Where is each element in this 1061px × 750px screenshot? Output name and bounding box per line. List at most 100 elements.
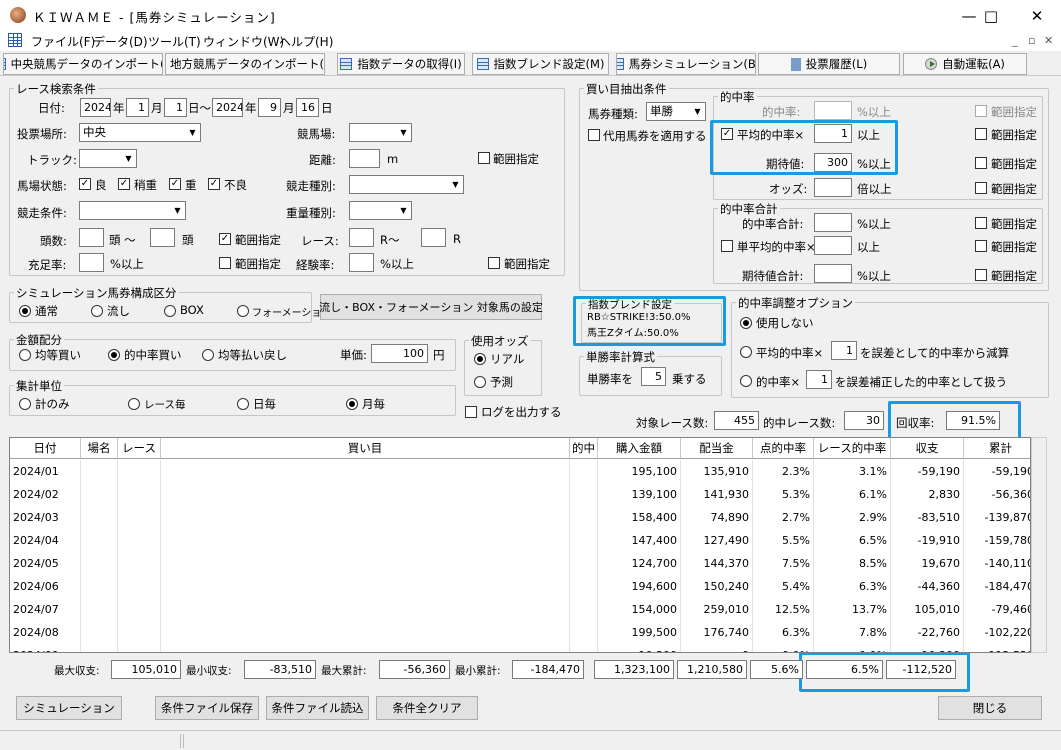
mdi-close-button[interactable]: ✕ — [1044, 34, 1053, 47]
hit-sum-range-checkbox[interactable] — [975, 217, 987, 229]
mdi-minimize-button[interactable]: _ — [1012, 34, 1018, 47]
index-blend-button[interactable]: 指数ブレンド設定(M) — [472, 53, 609, 75]
unit-price-field[interactable]: 100 — [371, 344, 428, 363]
header-date[interactable]: 日付 — [10, 438, 81, 458]
experience-field[interactable] — [349, 253, 374, 272]
log-output-checkbox[interactable] — [465, 406, 477, 418]
odds-real-radio[interactable] — [474, 353, 486, 365]
save-conditions-button[interactable]: 条件ファイル保存 — [155, 696, 259, 720]
header-venue[interactable]: 場名 — [81, 438, 118, 458]
condition-bad-checkbox[interactable]: ✓ — [208, 178, 220, 190]
hit-rate-range-checkbox[interactable] — [975, 105, 987, 117]
expected-range-checkbox[interactable] — [975, 157, 987, 169]
sim-formation-radio[interactable] — [237, 305, 249, 317]
condition-good-checkbox[interactable]: ✓ — [79, 178, 91, 190]
sim-nagashi-radio[interactable] — [91, 305, 103, 317]
heads-from-field[interactable] — [79, 228, 104, 247]
weight-type-dropdown[interactable]: ▼ — [349, 201, 412, 220]
agg-day-radio[interactable] — [237, 398, 249, 410]
simulate-button[interactable]: シミュレーション — [16, 696, 122, 720]
race-type-dropdown[interactable]: ▼ — [349, 175, 464, 194]
target-horse-button[interactable]: 流し・BOX・フォーメーション 対象馬の設定 — [319, 294, 543, 320]
header-purchase[interactable]: 購入金額 — [598, 438, 681, 458]
money-equal-radio[interactable] — [19, 349, 31, 361]
agg-month-radio[interactable] — [346, 398, 358, 410]
formula-power-field[interactable]: 5 — [641, 367, 666, 386]
avg-hit-range-checkbox[interactable] — [975, 128, 987, 140]
to-month-field[interactable]: 9 — [258, 98, 281, 117]
money-payout-radio[interactable] — [202, 349, 214, 361]
race-condition-dropdown[interactable]: ▼ — [79, 201, 186, 220]
agg-total-radio[interactable] — [19, 398, 31, 410]
single-avg-range-checkbox[interactable] — [975, 240, 987, 252]
venue-dropdown[interactable]: 中央 ▼ — [79, 123, 201, 142]
adjust-subtract-field[interactable]: 1 — [831, 341, 857, 360]
table-row[interactable]: 2024/06 194,600 150,240 5.4% 6.3% -44,360 -184… — [10, 575, 1030, 598]
agg-race-radio[interactable] — [128, 398, 140, 410]
close-button[interactable]: 閉じる — [938, 696, 1042, 720]
condition-heavy-checkbox[interactable]: ✓ — [169, 178, 181, 190]
fill-range-checkbox[interactable] — [219, 257, 231, 269]
condition-slightly-heavy-checkbox[interactable]: ✓ — [118, 178, 130, 190]
table-row[interactable]: 2024/03 158,400 74,890 2.7% 2.9% -83,510 -139,… — [10, 506, 1030, 529]
header-balance[interactable]: 収支 — [891, 438, 964, 458]
adjust-none-radio[interactable] — [740, 317, 752, 329]
to-day-field[interactable]: 16 — [296, 98, 319, 117]
odds-forecast-radio[interactable] — [474, 376, 486, 388]
single-avg-field[interactable] — [814, 236, 852, 255]
table-row[interactable]: 2024/02 139,100 141,930 5.3% 6.1% 2,830 -56,36… — [10, 483, 1030, 506]
fetch-index-button[interactable]: 指数データの取得(I) — [337, 53, 465, 75]
header-bet[interactable]: 買い目 — [161, 438, 570, 458]
expect-sum-field[interactable] — [814, 264, 852, 283]
header-point-rate[interactable]: 点的中率 — [753, 438, 814, 458]
import-local-button[interactable]: 地方競馬データのインポート(N) — [165, 53, 325, 75]
distance-field[interactable] — [349, 149, 380, 168]
table-row[interactable]: 2024/08 199,500 176,740 6.3% 7.8% -22,760 -102… — [10, 621, 1030, 644]
adjust-subtract-radio[interactable] — [740, 346, 752, 358]
from-year-field[interactable]: 2024 — [80, 98, 111, 117]
bet-simulation-button[interactable]: 馬券シミュレーション(B) — [616, 53, 756, 75]
table-row[interactable]: 2024/07 154,000 259,010 12.5% 13.7% 105,010 -7… — [10, 598, 1030, 621]
sim-box-radio[interactable] — [164, 305, 176, 317]
table-row[interactable]: 2024/05 124,700 144,370 7.5% 8.5% 19,670 -140,… — [10, 552, 1030, 575]
bet-type-dropdown[interactable]: 単勝 ▼ — [646, 102, 706, 121]
experience-range-checkbox[interactable] — [488, 257, 500, 269]
close-window-button[interactable]: ✕ — [1014, 0, 1060, 31]
header-cumulative[interactable]: 累計 — [964, 438, 1030, 458]
fill-rate-field[interactable] — [79, 253, 104, 272]
race-from-field[interactable] — [349, 228, 374, 247]
expect-sum-range-checkbox[interactable] — [975, 269, 987, 281]
to-year-field[interactable]: 2024 — [212, 98, 243, 117]
header-race[interactable]: レース — [118, 438, 161, 458]
menu-window[interactable]: ウィンドウ(W) — [203, 33, 284, 50]
table-row[interactable]: 2024/04 147,400 127,490 5.5% 6.5% -19,910 -159… — [10, 529, 1030, 552]
track-dropdown[interactable]: ▼ — [79, 149, 137, 168]
adjust-correct-radio[interactable] — [740, 375, 752, 387]
menu-tools[interactable]: ツール(T) — [148, 33, 201, 50]
hit-rate-field[interactable] — [814, 101, 852, 120]
vote-history-button[interactable]: 投票履歴(L) — [758, 53, 900, 75]
substitute-checkbox[interactable] — [588, 129, 600, 141]
single-avg-checkbox[interactable] — [721, 240, 733, 252]
header-hit[interactable]: 的中 — [570, 438, 598, 458]
heads-range-checkbox[interactable]: ✓ — [219, 233, 231, 245]
menu-data[interactable]: データ(D) — [93, 33, 148, 50]
table-row[interactable]: 2024/0910,30000.0%0.0%-10,300-112,520 — [10, 644, 1030, 652]
results-table[interactable]: 日付 場名 レース 買い目 的中 購入金額 配当金 点的中率 レース的中率 収支… — [9, 437, 1031, 653]
hit-sum-field[interactable] — [814, 213, 852, 232]
auto-run-button[interactable]: 自動運転(A) — [903, 53, 1027, 75]
money-hitrate-radio[interactable] — [108, 349, 120, 361]
menu-file[interactable]: ファイル(F) — [31, 33, 95, 50]
odds-range-checkbox[interactable] — [975, 182, 987, 194]
from-day-field[interactable]: 1 — [164, 98, 187, 117]
odds-filter-field[interactable] — [814, 178, 852, 197]
adjust-correct-field[interactable]: 1 — [806, 370, 832, 389]
table-row[interactable]: 2024/01 195,100 135,910 2.3% 3.1% -59,190 -59,… — [10, 460, 1030, 483]
sim-normal-radio[interactable] — [19, 305, 31, 317]
vertical-scrollbar[interactable] — [1031, 437, 1047, 653]
load-conditions-button[interactable]: 条件ファイル読込 — [266, 696, 369, 720]
mdi-restore-button[interactable]: ▫ — [1028, 34, 1035, 47]
distance-range-checkbox[interactable] — [478, 152, 490, 164]
header-race-rate[interactable]: レース的中率 — [814, 438, 891, 458]
from-month-field[interactable]: 1 — [126, 98, 149, 117]
